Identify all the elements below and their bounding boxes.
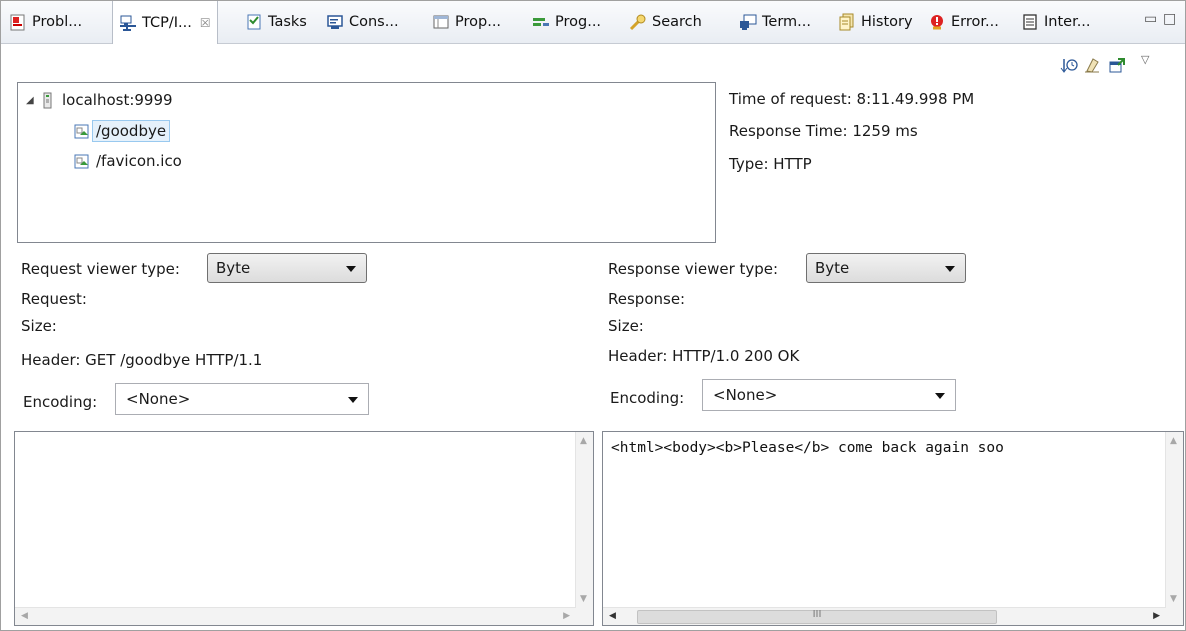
tab-label: Tasks (268, 14, 307, 30)
problems-icon (9, 13, 27, 31)
dropdown-arrow-icon (945, 266, 955, 272)
console-icon (326, 13, 344, 31)
tab-error-log[interactable]: Error... (928, 1, 999, 43)
terminal-icon (739, 13, 757, 31)
response-size: Size: (608, 317, 644, 335)
tab-label: Term... (762, 14, 811, 30)
request-title: Request: (21, 290, 87, 308)
request-header: Header: GET /goodbye HTTP/1.1 (21, 351, 263, 369)
response-body-text: <html><body><b>Please</b> come back agai… (611, 440, 1004, 456)
tab-label: Cons... (349, 14, 399, 30)
request-encoding-label: Encoding: (23, 393, 98, 411)
scroll-left-icon[interactable]: ◀ (609, 611, 616, 621)
request-viewer-type-label: Request viewer type: (21, 260, 180, 278)
vertical-scrollbar[interactable]: ▲ ▼ (575, 432, 593, 608)
response-time: Response Time: 1259 ms (729, 122, 918, 140)
tab-tasks[interactable]: Tasks (245, 1, 307, 43)
dropdown-arrow-icon (346, 266, 356, 272)
request-encoding-select[interactable]: <None> (115, 383, 369, 415)
tcpip-monitor-view: Probl... TCP/I... ☒ Tasks Cons... Prop..… (0, 0, 1186, 631)
scroll-up-icon[interactable]: ▲ (1170, 436, 1177, 446)
request-viewer-type-value: Byte (216, 259, 251, 277)
request-size: Size: (21, 317, 57, 335)
tab-label: Search (652, 14, 702, 30)
tab-search[interactable]: Search (629, 1, 702, 43)
tab-internal-web-browser[interactable]: Inter... (1021, 1, 1091, 43)
request-tree[interactable]: ◢ localhost:9999 /goodbye /favicon.ico (17, 82, 716, 243)
collapse-arrow-icon[interactable]: ◢ (26, 95, 40, 106)
response-encoding-label: Encoding: (610, 389, 685, 407)
progress-icon (532, 13, 550, 31)
request-icon (74, 123, 90, 140)
scroll-left-icon[interactable]: ◀ (21, 611, 28, 621)
tab-label: TCP/I... (142, 14, 192, 31)
error-log-icon (928, 13, 946, 31)
response-viewer-type-select[interactable]: Byte (806, 253, 966, 283)
dropdown-arrow-icon (348, 397, 358, 403)
time-of-request: Time of request: 8:11.49.998 PM (729, 90, 975, 108)
request-encoding-value: <None> (126, 390, 191, 408)
scroll-up-icon[interactable]: ▲ (580, 436, 587, 446)
tab-tcpip-monitor[interactable]: TCP/I... ☒ (112, 1, 218, 44)
search-icon (629, 13, 647, 31)
tab-properties[interactable]: Prop... (432, 1, 501, 43)
request-label: /goodbye (92, 120, 171, 142)
server-icon (40, 92, 56, 109)
tab-console[interactable]: Cons... (326, 1, 399, 43)
maximize-icon[interactable]: □ (1163, 11, 1176, 27)
tree-node-favicon[interactable]: /favicon.ico (74, 149, 182, 173)
tree-node-goodbye[interactable]: /goodbye (74, 119, 171, 143)
view-tab-bar: Probl... TCP/I... ☒ Tasks Cons... Prop..… (1, 1, 1185, 44)
response-header: Header: HTTP/1.0 200 OK (608, 347, 800, 365)
response-viewer-type-value: Byte (815, 259, 850, 277)
open-in-new-window-icon[interactable] (1108, 56, 1126, 74)
tab-label: Inter... (1044, 14, 1091, 30)
response-title: Response: (608, 290, 686, 308)
tab-history[interactable]: History (838, 1, 913, 43)
response-body-textarea[interactable]: <html><body><b>Please</b> come back agai… (602, 431, 1184, 626)
horizontal-scrollbar[interactable]: ◀ ▶ (15, 607, 576, 625)
dropdown-arrow-icon (935, 393, 945, 399)
request-label: /favicon.ico (96, 152, 182, 170)
minimize-icon[interactable]: ▭ (1144, 11, 1157, 27)
scroll-down-icon[interactable]: ▼ (1170, 594, 1177, 604)
tab-label: Prog... (555, 14, 602, 30)
scroll-down-icon[interactable]: ▼ (580, 594, 587, 604)
response-viewer-type-label: Response viewer type: (608, 260, 779, 278)
host-label: localhost:9999 (62, 91, 173, 109)
close-tab-icon[interactable]: ☒ (200, 16, 211, 30)
scrollbar-corner (576, 608, 593, 625)
request-viewer-type-select[interactable]: Byte (207, 253, 367, 283)
request-type: Type: HTTP (729, 155, 812, 173)
tab-label: History (861, 14, 913, 30)
request-icon (74, 153, 90, 170)
response-encoding-value: <None> (713, 386, 778, 404)
horizontal-scrollbar[interactable]: ◀ III ▶ (603, 607, 1166, 625)
tab-label: Error... (951, 14, 999, 30)
tree-node-host[interactable]: ◢ localhost:9999 (26, 88, 173, 112)
scrollbar-corner (1166, 608, 1183, 625)
tab-progress[interactable]: Prog... (532, 1, 601, 43)
view-menu-icon[interactable]: ▽ (1141, 53, 1159, 71)
scroll-right-icon[interactable]: ▶ (1153, 611, 1160, 621)
vertical-scrollbar[interactable]: ▲ ▼ (1165, 432, 1183, 608)
tasks-icon (245, 13, 263, 31)
scroll-thumb[interactable]: III (637, 609, 997, 624)
tab-terminal[interactable]: Term... (739, 1, 811, 43)
tab-problems[interactable]: Probl... (9, 1, 82, 43)
response-encoding-select[interactable]: <None> (702, 379, 956, 411)
thumb-grip: III (812, 609, 822, 620)
tab-label: Prop... (455, 14, 502, 30)
internal-web-browser-icon (1021, 13, 1039, 31)
history-icon (838, 13, 856, 31)
sort-by-time-icon[interactable] (1060, 56, 1078, 74)
request-body-textarea[interactable]: ▲ ▼ ◀ ▶ (14, 431, 594, 626)
clear-icon[interactable] (1083, 56, 1101, 74)
scroll-right-icon[interactable]: ▶ (563, 611, 570, 621)
properties-icon (432, 13, 450, 31)
tab-label: Probl... (32, 14, 83, 30)
tcpip-monitor-icon (119, 14, 137, 32)
